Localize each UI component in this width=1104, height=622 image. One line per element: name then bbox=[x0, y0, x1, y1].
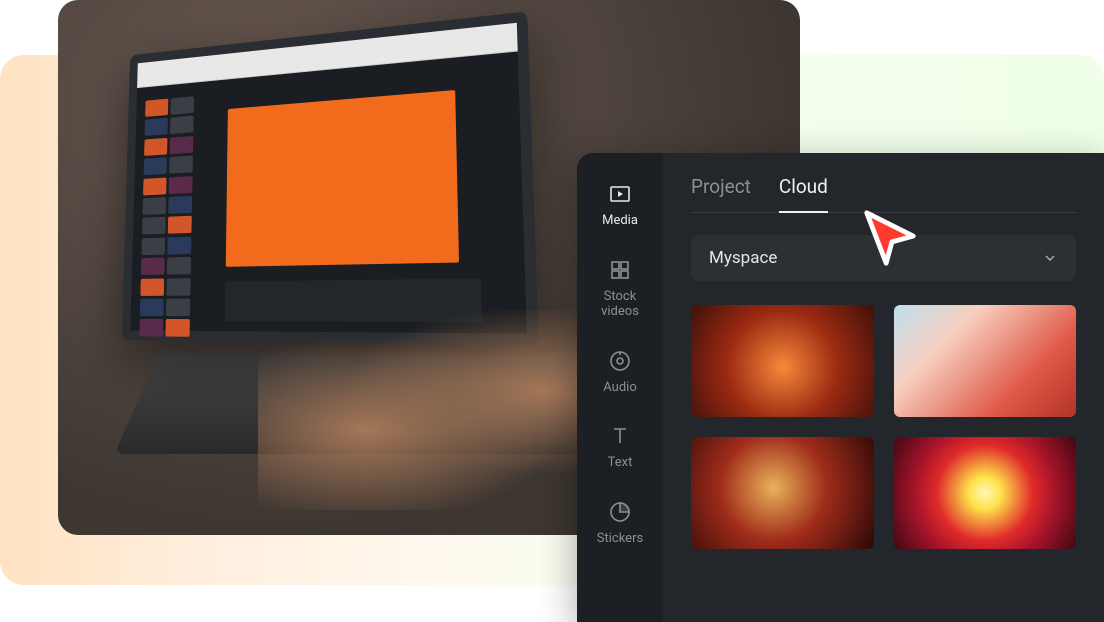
stock-icon bbox=[607, 257, 633, 283]
rail-item-stock-videos[interactable]: Stock videos bbox=[601, 257, 639, 320]
left-rail: Media Stock videos Audio Text Stickers bbox=[577, 153, 663, 622]
rail-item-media[interactable]: Media bbox=[602, 181, 638, 229]
chevron-down-icon bbox=[1042, 250, 1058, 266]
space-dropdown[interactable]: Myspace bbox=[691, 235, 1076, 281]
thumbnail-grid bbox=[691, 305, 1076, 549]
tabs: Project Cloud bbox=[691, 175, 1076, 213]
rail-item-label: Audio bbox=[603, 380, 636, 396]
rail-item-label: Text bbox=[608, 455, 633, 471]
thumb-portrait[interactable] bbox=[691, 437, 874, 549]
media-icon bbox=[607, 181, 633, 207]
panel-main: Project Cloud Myspace bbox=[663, 153, 1104, 622]
laptop-screen bbox=[122, 11, 539, 345]
tab-label: Project bbox=[691, 175, 751, 198]
tab-project[interactable]: Project bbox=[691, 175, 751, 212]
thumb-flower[interactable] bbox=[894, 437, 1077, 549]
editor-canvas bbox=[226, 90, 459, 267]
media-panel: Media Stock videos Audio Text Stickers bbox=[577, 153, 1104, 622]
rail-item-label: Media bbox=[602, 213, 638, 229]
browser-chrome bbox=[137, 23, 518, 88]
rail-item-audio[interactable]: Audio bbox=[603, 348, 636, 396]
thumb-rose[interactable] bbox=[691, 305, 874, 417]
text-icon bbox=[607, 423, 633, 449]
stickers-icon bbox=[607, 499, 633, 525]
tab-cloud[interactable]: Cloud bbox=[779, 175, 828, 212]
audio-icon bbox=[607, 348, 633, 374]
rail-item-label: Stock videos bbox=[601, 289, 639, 320]
rail-item-text[interactable]: Text bbox=[607, 423, 633, 471]
tab-label: Cloud bbox=[779, 175, 828, 198]
hands bbox=[258, 310, 618, 510]
rail-item-label: Stickers bbox=[597, 531, 643, 547]
editor-thumbnail-strip bbox=[137, 91, 222, 341]
dropdown-selected: Myspace bbox=[709, 248, 777, 268]
thumb-smoke[interactable] bbox=[894, 305, 1077, 417]
rail-item-stickers[interactable]: Stickers bbox=[597, 499, 643, 547]
